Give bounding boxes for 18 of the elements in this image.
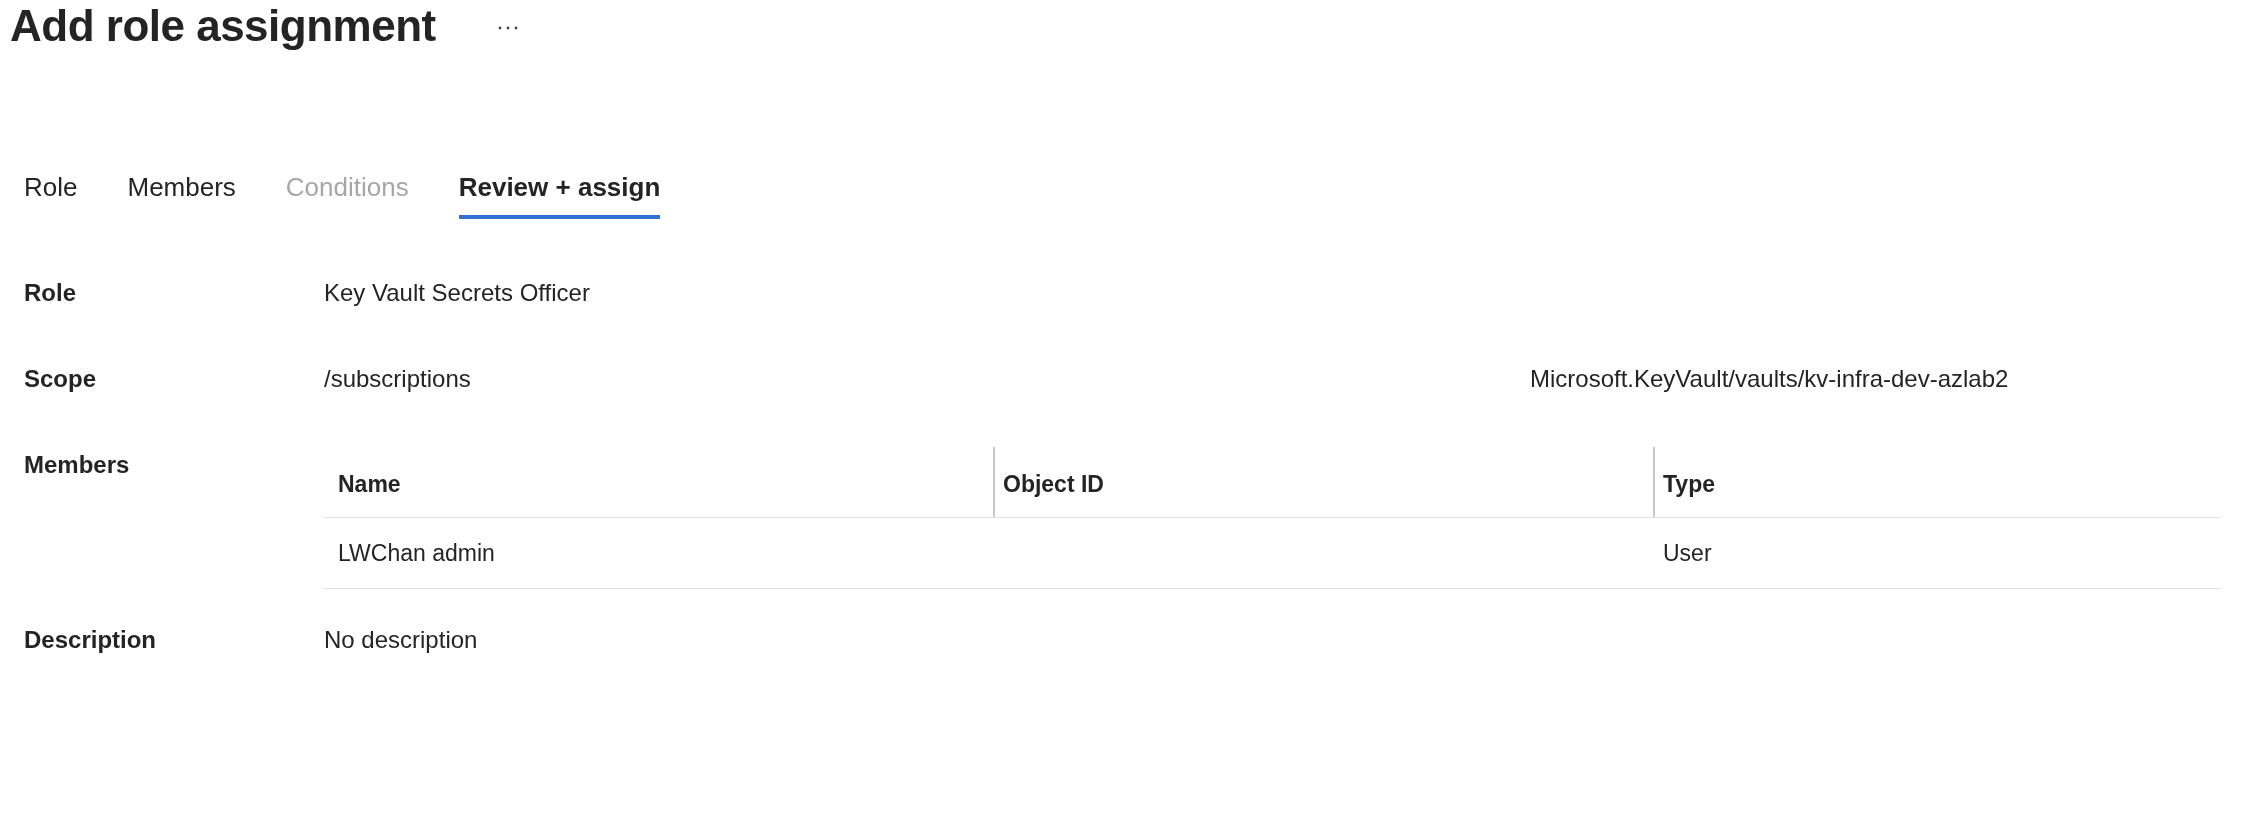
field-label: Scope: [24, 364, 97, 394]
column-header: Type: [1653, 447, 2220, 517]
page-title: Add role assignment: [10, 0, 436, 52]
field-value: Key Vault Secrets Officer: [324, 278, 590, 308]
scope-path-text: /subscriptions: [324, 364, 471, 394]
column-header: Name: [337, 469, 402, 499]
field-value: No description: [324, 625, 478, 655]
table-cell-text: User: [1662, 538, 1713, 568]
tab[interactable]: Review + assign: [458, 163, 661, 219]
tab[interactable]: Members: [127, 163, 236, 219]
scope-path-text: Microsoft.KeyVault/vaults/kv-infra-dev-azlab2: [1530, 364, 2009, 394]
tab[interactable]: Role: [24, 163, 78, 219]
field-label: Description: [24, 625, 157, 655]
more-options-icon[interactable]: [497, 26, 518, 30]
field-label: Members: [24, 450, 130, 480]
table-cell-text: LWChan admin: [337, 538, 496, 568]
field-label: Role: [24, 278, 76, 308]
column-header: Object ID: [993, 447, 1653, 517]
